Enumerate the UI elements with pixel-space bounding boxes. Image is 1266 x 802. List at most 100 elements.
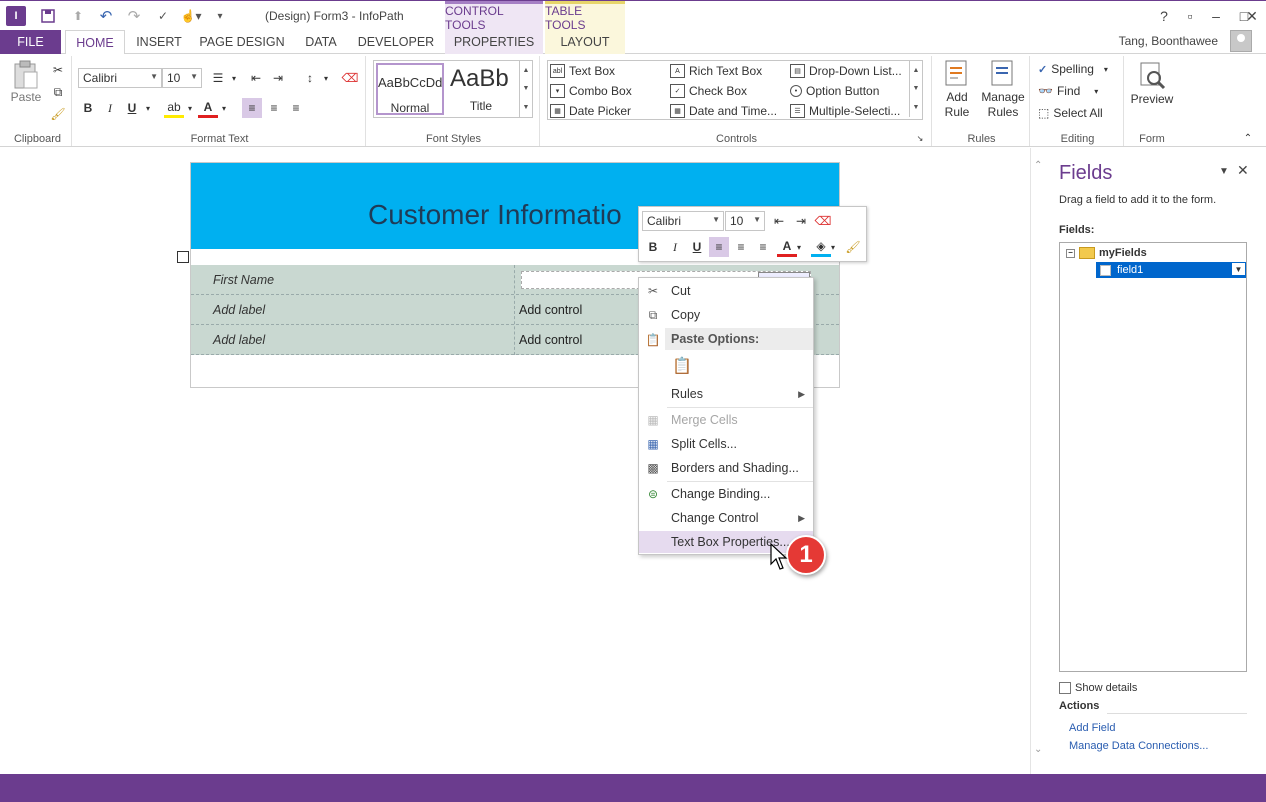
tab-layout[interactable]: LAYOUT bbox=[545, 30, 625, 54]
tab-insert[interactable]: INSERT bbox=[130, 30, 188, 54]
menu-item-borders-shading[interactable]: ▩ Borders and Shading... bbox=[639, 457, 813, 479]
mini-italic-button[interactable]: I bbox=[665, 237, 685, 257]
mini-clear-formatting-icon[interactable]: ⌫ bbox=[813, 211, 833, 231]
collapse-ribbon-icon[interactable]: ⌃ bbox=[1238, 128, 1258, 148]
row-label[interactable]: First Name bbox=[213, 273, 274, 287]
tree-node-field1[interactable]: field1 ▼ bbox=[1096, 262, 1246, 278]
controls-scroll-down-icon[interactable]: ▼ bbox=[913, 85, 920, 92]
pane-options-dropdown-icon[interactable]: ▼ bbox=[1219, 166, 1229, 177]
mini-align-right-icon[interactable]: ≡ bbox=[753, 237, 773, 257]
scroll-down-icon[interactable]: ▼ bbox=[523, 85, 530, 92]
close-pane-icon[interactable]: ✕ bbox=[1237, 162, 1249, 179]
add-rule-button[interactable]: Add Rule bbox=[938, 58, 976, 120]
mini-font-color-dropdown-icon[interactable]: ▾ bbox=[793, 237, 805, 257]
redo-icon[interactable]: ↷ bbox=[124, 6, 144, 26]
manage-rules-button[interactable]: Manage Rules bbox=[980, 58, 1026, 120]
decrease-indent-icon[interactable]: ⇤ bbox=[246, 68, 266, 88]
ctl-drop-down-list[interactable]: ▤ Drop-Down List... bbox=[790, 64, 902, 78]
ctl-check-box[interactable]: ✓ Check Box bbox=[670, 84, 747, 98]
mini-font-name-combo[interactable]: Calibri ▼ bbox=[642, 211, 724, 231]
font-color-dropdown-icon[interactable]: ▾ bbox=[214, 98, 234, 118]
italic-button[interactable]: I bbox=[100, 98, 120, 118]
style-title[interactable]: AaBb Title bbox=[448, 63, 514, 115]
save-icon[interactable] bbox=[38, 6, 58, 26]
highlight-dropdown-icon[interactable]: ▾ bbox=[180, 98, 200, 118]
tab-file[interactable]: FILE bbox=[0, 30, 61, 54]
row-label[interactable]: Add label bbox=[213, 333, 265, 347]
ctl-rich-text-box[interactable]: A Rich Text Box bbox=[670, 64, 762, 78]
add-control-placeholder[interactable]: Add control bbox=[519, 303, 582, 317]
table-select-handle[interactable] bbox=[177, 251, 189, 263]
line-spacing-dropdown-icon[interactable]: ▾ bbox=[316, 68, 336, 88]
ctl-option-button[interactable]: • Option Button bbox=[790, 84, 879, 98]
row-label[interactable]: Add label bbox=[213, 303, 265, 317]
tab-developer[interactable]: DEVELOPER bbox=[354, 30, 438, 54]
ctl-combo-box[interactable]: ▾ Combo Box bbox=[550, 84, 632, 98]
ctl-text-box[interactable]: abl Text Box bbox=[550, 64, 615, 78]
tab-properties[interactable]: PROPERTIES bbox=[445, 30, 543, 54]
help-button[interactable]: ? bbox=[1150, 5, 1178, 27]
form-title[interactable]: Customer Informatio bbox=[368, 199, 622, 231]
find-button[interactable]: 👓 Find ▾ bbox=[1038, 84, 1098, 98]
ribbon-display-options-icon[interactable]: ▫ bbox=[1176, 5, 1204, 27]
ctl-multiple-selection[interactable]: ☰ Multiple-Selecti... bbox=[790, 104, 900, 118]
bullets-dropdown-icon[interactable]: ▾ bbox=[224, 68, 244, 88]
format-painter-icon[interactable]: 🖌 bbox=[48, 104, 68, 124]
customize-qat-icon[interactable]: ▾ bbox=[212, 6, 228, 26]
touch-mode-icon[interactable]: ☝▾ bbox=[178, 6, 204, 26]
fields-tree[interactable]: − myFields field1 ▼ bbox=[1059, 242, 1247, 672]
menu-item-split-cells[interactable]: ▦ Split Cells... bbox=[639, 433, 813, 455]
spelling-dropdown-icon[interactable]: ▾ bbox=[1104, 65, 1108, 74]
align-left-icon[interactable]: ≡ bbox=[242, 98, 262, 118]
mini-shading-dropdown-icon[interactable]: ▾ bbox=[827, 237, 839, 257]
manage-data-connections-link[interactable]: Manage Data Connections... bbox=[1069, 740, 1208, 752]
copy-icon[interactable]: ⧉ bbox=[48, 82, 68, 102]
align-right-icon[interactable]: ≡ bbox=[286, 98, 306, 118]
mini-align-center-icon[interactable]: ≡ bbox=[731, 237, 751, 257]
field-dropdown-icon[interactable]: ▼ bbox=[1232, 263, 1245, 275]
menu-item-change-control[interactable]: Change Control ▶ bbox=[639, 507, 813, 529]
canvas-vertical-scrollbar[interactable]: ⌃ ⌄ bbox=[1030, 148, 1047, 774]
add-control-placeholder[interactable]: Add control bbox=[519, 333, 582, 347]
preview-button[interactable]: Preview bbox=[1128, 60, 1176, 106]
ctl-date-picker[interactable]: ▦ Date Picker bbox=[550, 104, 631, 118]
scroll-up-arrow-icon[interactable]: ⌃ bbox=[1034, 160, 1042, 171]
menu-item-cut[interactable]: ✂ Cut bbox=[639, 280, 813, 302]
controls-gallery-scroll[interactable]: ▲ ▼ ▼ bbox=[909, 61, 922, 117]
underline-dropdown-icon[interactable]: ▾ bbox=[138, 98, 158, 118]
clear-formatting-icon[interactable]: ⌫ bbox=[340, 68, 360, 88]
mini-align-left-icon[interactable]: ≡ bbox=[709, 237, 729, 257]
gallery-scroll[interactable]: ▲ ▼ ▼ bbox=[519, 61, 532, 117]
mini-font-size-combo[interactable]: 10 ▼ bbox=[725, 211, 765, 231]
bold-button[interactable]: B bbox=[78, 98, 98, 118]
align-center-icon[interactable]: ≡ bbox=[264, 98, 284, 118]
select-all-button[interactable]: ⬚ Select All bbox=[1038, 106, 1103, 120]
ctl-date-time[interactable]: ▦ Date and Time... bbox=[670, 104, 777, 118]
tab-data[interactable]: DATA bbox=[296, 30, 346, 54]
mini-increase-indent-icon[interactable]: ⇥ bbox=[791, 211, 811, 231]
show-details-label[interactable]: Show details bbox=[1075, 682, 1137, 694]
font-name-combo[interactable]: Calibri ▼ bbox=[78, 68, 162, 88]
gallery-more-icon[interactable]: ▼ bbox=[523, 104, 530, 111]
mini-format-painter-icon[interactable]: 🖌 bbox=[843, 237, 863, 257]
controls-dialog-launcher-icon[interactable]: ↘ bbox=[914, 132, 926, 144]
controls-more-icon[interactable]: ▼ bbox=[913, 104, 920, 111]
menu-item-rules[interactable]: Rules ▶ bbox=[639, 383, 813, 405]
paste-button[interactable]: Paste bbox=[10, 60, 42, 116]
close-window-button[interactable]: ✕ bbox=[1238, 5, 1266, 27]
minimize-button[interactable]: – bbox=[1202, 5, 1230, 27]
menu-item-change-binding[interactable]: ⊜ Change Binding... bbox=[639, 483, 813, 505]
tab-home[interactable]: HOME bbox=[65, 30, 125, 55]
spell-check-icon[interactable]: ✓ bbox=[152, 6, 174, 26]
scroll-up-icon[interactable]: ▲ bbox=[523, 67, 530, 74]
collapse-node-icon[interactable]: − bbox=[1066, 248, 1075, 258]
font-size-combo[interactable]: 10 ▼ bbox=[162, 68, 202, 88]
tree-node-myfields[interactable]: − myFields bbox=[1066, 247, 1147, 259]
scroll-down-arrow-icon[interactable]: ⌄ bbox=[1034, 744, 1042, 755]
mini-decrease-indent-icon[interactable]: ⇤ bbox=[769, 211, 789, 231]
mini-bold-button[interactable]: B bbox=[643, 237, 663, 257]
increase-indent-icon[interactable]: ⇥ bbox=[268, 68, 288, 88]
menu-item-copy[interactable]: ⧉ Copy bbox=[639, 304, 813, 326]
publish-icon[interactable]: ⬆ bbox=[68, 6, 88, 26]
style-normal[interactable]: AaBbCcDd Normal bbox=[376, 63, 444, 115]
